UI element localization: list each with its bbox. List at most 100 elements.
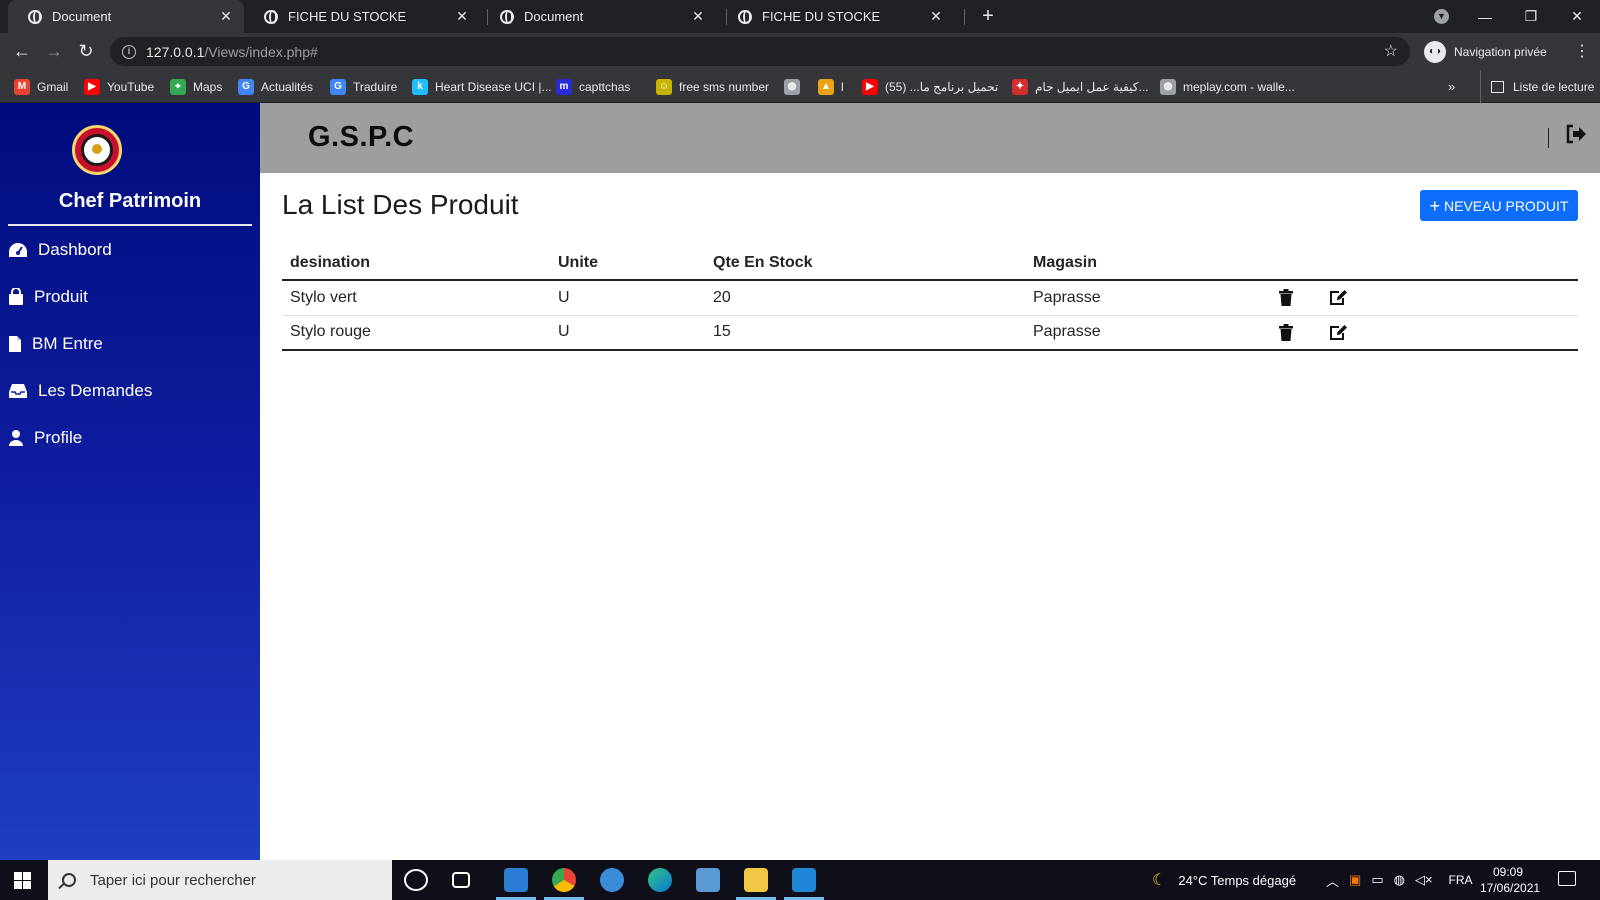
bookmark-item[interactable]: G Actualités [238,70,313,103]
windows-start-icon[interactable] [14,872,32,890]
os-taskbar: Taper ici pour rechercher ☾ 24°C Temps d… [0,860,1600,900]
column-header-actions [1271,247,1321,281]
table-row: Stylo vert U 20 Paprasse [282,280,1578,316]
sidebar-item-dashbord[interactable]: Dashbord [8,235,112,265]
app-tray-icon[interactable]: ▣ [1349,872,1361,888]
reload-icon[interactable]: ↻ [72,37,100,65]
logout-icon[interactable] [1565,124,1587,144]
translate-icon: G [330,78,346,95]
close-icon[interactable]: ✕ [218,8,234,25]
bookmark-item[interactable]: ✦ كيفية عمل ايميل جام... [1012,70,1149,103]
bookmark-item[interactable]: m capttchas [556,70,630,103]
page-title: La List Des Produit [282,189,519,220]
edit-icon[interactable] [1329,324,1348,341]
sidebar-item-label: Produit [34,287,88,306]
back-icon[interactable]: ← [8,37,36,65]
restore-icon[interactable]: ❐ [1508,0,1554,33]
bookmark-item[interactable]: ⌖ Maps [170,70,222,103]
close-icon[interactable]: ✕ [454,8,470,25]
clock-date: 17/06/2021 [1480,881,1541,895]
more-bookmarks-icon[interactable]: » [1448,79,1455,94]
notification-center-icon[interactable] [1558,871,1576,886]
chrome-icon[interactable] [552,868,576,892]
battery-icon[interactable]: ▭ [1371,872,1383,888]
bookmark-item[interactable]: k Heart Disease UCI |... [412,70,551,103]
sidebar-divider [8,224,252,226]
new-tab-icon[interactable]: + [976,3,1000,29]
cell-desination: Stylo vert [282,280,550,316]
task-view-icon[interactable] [452,872,470,888]
window-close-icon[interactable]: ✕ [1554,0,1600,33]
bookmark-item[interactable]: ◍ meplay.com - walle... [1160,70,1295,103]
network-icon[interactable]: ◍ [1394,872,1405,888]
language-indicator[interactable]: FRA [1449,873,1473,887]
sidebar-item-les-demandes[interactable]: Les Demandes [8,376,152,406]
cell-unite: U [550,315,705,351]
bookmark-item[interactable]: ◍ [784,70,807,103]
bookmark-item[interactable]: G Traduire [330,70,397,103]
sidebar-item-produit[interactable]: Produit [8,282,88,312]
edge-icon[interactable] [648,868,672,892]
bookmark-item[interactable]: M Gmail [14,70,68,103]
cell-qte: 15 [705,315,1025,351]
youtube-icon: ▶ [84,78,100,95]
browser-toolbar: ← → ↻ i 127.0.0.1/Views/index.php# ☆ ◐◑ … [0,33,1600,70]
bookmark-item[interactable]: ▲ l [818,70,844,103]
whiteboard-app-icon[interactable] [504,868,528,892]
remote-desktop-icon[interactable] [696,868,720,892]
url-path: /Views/index.php# [204,43,318,60]
address-bar[interactable]: i 127.0.0.1/Views/index.php# ☆ [110,37,1410,66]
sidebar-item-profile[interactable]: Profile [8,423,82,453]
taskbar-search-input[interactable]: Taper ici pour rechercher [48,860,392,900]
bookmark-item[interactable]: ▶ YouTube [84,70,154,103]
app-header: G.S.P.C [260,103,1600,173]
bookmark-label: YouTube [107,79,155,94]
bookmark-label: Heart Disease UCI |... [435,79,552,94]
cortana-icon[interactable] [404,869,428,891]
trash-icon[interactable] [1279,323,1293,341]
sidebar: Chef Patrimoin Dashbord Produit BM Entre… [0,103,260,860]
edit-icon[interactable] [1329,289,1348,306]
sidebar-item-label: Dashbord [38,240,112,259]
bookmark-label: كيفية عمل ايميل جام... [1035,79,1149,94]
clock[interactable]: 09:09 17/06/2021 [1480,864,1541,896]
bookmark-label: meplay.com - walle... [1183,79,1295,94]
maps-icon: ⌖ [170,78,186,95]
mail-app-icon[interactable] [600,868,624,892]
youtube-icon: ▶ [862,78,878,95]
close-icon[interactable]: ✕ [928,8,944,25]
reading-list-button[interactable]: Liste de lecture [1480,70,1594,103]
bookmark-star-icon[interactable]: ☆ [1384,41,1398,61]
inbox-icon [9,384,27,398]
info-icon[interactable]: i [122,44,136,59]
forward-icon[interactable]: → [40,37,68,65]
close-icon[interactable]: ✕ [690,8,706,25]
volume-muted-icon[interactable]: ◁× [1415,872,1433,888]
chevron-up-icon[interactable]: ︿ [1326,871,1339,890]
bookmark-item[interactable]: ☺ free sms number [656,70,769,103]
new-product-button[interactable]: + NEVEAU PRODUIT [1420,190,1578,221]
browser-tab[interactable]: FICHE DU STOCKE ✕ [718,0,954,33]
file-explorer-icon[interactable] [744,868,768,892]
minimize-icon[interactable]: — [1462,0,1508,33]
bag-icon [9,288,23,305]
trash-icon[interactable] [1279,289,1293,307]
logo [72,125,122,175]
browser-tab[interactable]: Document ✕ [8,0,244,33]
incognito-indicator[interactable]: ◐◑ Navigation privée [1424,38,1547,65]
browser-tab[interactable]: Document ✕ [480,0,716,33]
plus-icon: + [1429,195,1441,216]
column-header-unite: Unite [550,247,705,281]
moon-icon: ☾ [1152,872,1167,889]
cell-magasin: Paprasse [1025,315,1271,351]
browser-tab[interactable]: FICHE DU STOCKE ✕ [244,0,480,33]
vscode-icon[interactable] [792,868,816,892]
tab-search-icon[interactable]: ▼ [1434,9,1449,24]
bookmark-item[interactable]: ▶ تحميل برنامج ما... (55) [862,70,998,103]
weather-widget[interactable]: ☾ 24°C Temps dégagé [1152,860,1296,900]
reading-list-label: Liste de lecture [1513,79,1595,94]
more-menu-icon[interactable]: ⋮ [1574,41,1590,61]
sidebar-item-bm-entre[interactable]: BM Entre [8,329,103,359]
incognito-icon: ◐◑ [1424,40,1446,63]
globe-icon [264,9,278,24]
